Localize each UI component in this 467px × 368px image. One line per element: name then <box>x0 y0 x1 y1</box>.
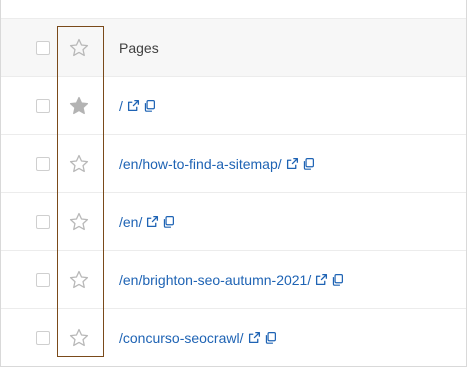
star-icon[interactable] <box>68 153 90 175</box>
page-link[interactable]: /concurso-seocrawl/ <box>119 330 244 346</box>
copy-icon[interactable] <box>162 215 175 228</box>
external-link-icon[interactable] <box>248 331 261 344</box>
page-link[interactable]: /en/brighton-seo-autumn-2021/ <box>119 272 311 288</box>
row-checkbox[interactable] <box>36 272 50 287</box>
page-cell: /en/brighton-seo-autumn-2021/ <box>119 272 344 288</box>
row-checkbox[interactable] <box>36 330 50 345</box>
copy-icon[interactable] <box>143 99 156 112</box>
row-checkbox[interactable] <box>36 214 50 229</box>
copy-icon[interactable] <box>264 331 277 344</box>
page-cell: /concurso-seocrawl/ <box>119 330 277 346</box>
table-header-row: Pages <box>1 19 466 77</box>
star-icon[interactable] <box>68 211 90 233</box>
page-link[interactable]: / <box>119 98 123 114</box>
table-row: /concurso-seocrawl/ <box>1 309 466 366</box>
pages-table: Pages / /en/how-to-find-a-sitemap/ /en/ … <box>0 0 467 367</box>
page-link[interactable]: /en/ <box>119 214 142 230</box>
table-top-strip <box>1 0 466 19</box>
row-checkbox[interactable] <box>36 98 50 113</box>
copy-icon[interactable] <box>331 273 344 286</box>
star-icon[interactable] <box>68 269 90 291</box>
table-row: /en/brighton-seo-autumn-2021/ <box>1 251 466 309</box>
page-link[interactable]: /en/how-to-find-a-sitemap/ <box>119 156 282 172</box>
copy-icon[interactable] <box>302 157 315 170</box>
table-row: /en/how-to-find-a-sitemap/ <box>1 135 466 193</box>
star-icon[interactable] <box>68 327 90 349</box>
star-filled-icon[interactable] <box>68 95 90 117</box>
select-all-checkbox[interactable] <box>36 40 50 55</box>
table-row: / <box>1 77 466 135</box>
external-link-icon[interactable] <box>146 215 159 228</box>
page-cell: /en/ <box>119 214 175 230</box>
external-link-icon[interactable] <box>286 157 299 170</box>
star-icon[interactable] <box>68 37 90 59</box>
external-link-icon[interactable] <box>315 273 328 286</box>
pages-column-header: Pages <box>119 39 159 56</box>
page-cell: / <box>119 98 156 114</box>
row-checkbox[interactable] <box>36 156 50 171</box>
page-cell: /en/how-to-find-a-sitemap/ <box>119 156 315 172</box>
external-link-icon[interactable] <box>127 99 140 112</box>
table-row: /en/ <box>1 193 466 251</box>
